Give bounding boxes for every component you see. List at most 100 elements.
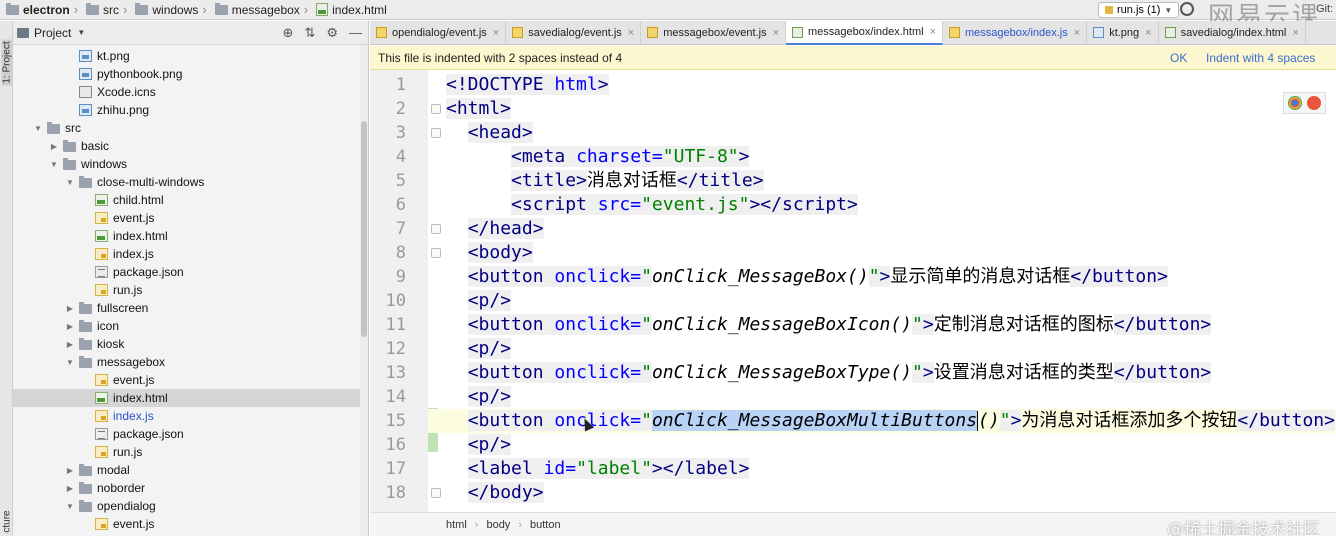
fold-marker[interactable] [431, 488, 441, 498]
editor-tab[interactable]: messagebox/index.html × [786, 21, 944, 45]
scrollbar-thumb[interactable] [361, 121, 367, 337]
tree-item[interactable]: ▶ basic [13, 137, 368, 155]
tree-item[interactable]: Xcode.icns [13, 83, 368, 101]
folder-icon [63, 157, 76, 170]
status-crumb-button[interactable]: button [530, 519, 561, 531]
close-icon[interactable]: × [493, 27, 499, 39]
tree-item[interactable]: ▶ noborder [13, 479, 368, 497]
gear-icon[interactable]: ⚙ [326, 26, 338, 40]
editor-tab[interactable]: messagebox/event.js × [641, 21, 787, 44]
target-icon[interactable]: ⊕ [283, 26, 294, 40]
code-editor[interactable]: 1 2 3 4 5 6 7 8 9 10 11 12 13 14 15 16 17 18 <!DOCTYPE ht… [370, 70, 1336, 512]
project-view-selector[interactable]: Project [34, 26, 71, 40]
chevron-down-icon[interactable]: ▼ [33, 124, 43, 133]
tree-item[interactable]: ▼ opendialog [13, 497, 368, 515]
tree-item[interactable]: ▼ close-multi-windows [13, 173, 368, 191]
firefox-icon[interactable] [1307, 96, 1321, 110]
close-icon[interactable]: × [773, 27, 779, 39]
tree-item[interactable]: event.js [13, 209, 368, 227]
close-icon[interactable]: × [930, 26, 936, 38]
tree-item[interactable]: ▼ messagebox [13, 353, 368, 371]
tree-item[interactable]: child.html [13, 191, 368, 209]
js-file-icon [95, 374, 108, 386]
breadcrumb-windows[interactable]: windows [129, 0, 200, 20]
vcs-label[interactable]: Git: [1316, 3, 1333, 15]
close-icon[interactable]: × [1292, 27, 1298, 39]
breadcrumb-separator: › [474, 518, 479, 531]
chevron-down-icon[interactable]: ▼ [65, 358, 75, 367]
tree-item[interactable]: index.html [13, 389, 368, 407]
chevron-right-icon[interactable]: ▶ [65, 484, 75, 493]
editor-tab[interactable]: savedialog/index.html × [1159, 21, 1306, 44]
tree-item[interactable]: index.html [13, 227, 368, 245]
tree-item[interactable]: ▶ kiosk [13, 335, 368, 353]
tree-item[interactable]: index.js [13, 407, 368, 425]
tree-item[interactable]: event.js [13, 515, 368, 533]
editor-tab[interactable]: savedialog/event.js × [506, 21, 642, 44]
fold-marker[interactable] [431, 248, 441, 258]
editor-breadcrumb: html › body › button @稀土掘金技术社区 [370, 512, 1336, 536]
tree-item[interactable]: event.js [13, 371, 368, 389]
project-tool-button[interactable]: 1: Project [1, 39, 13, 86]
tree-item[interactable]: package.json [13, 425, 368, 443]
selected-text[interactable]: onClick_MessageBoxMultiButtons [651, 410, 978, 431]
chevron-right-icon[interactable]: ▶ [65, 304, 75, 313]
tree-item[interactable]: ▶ modal [13, 461, 368, 479]
run-configuration-select[interactable]: run.js (1) ▼ [1098, 2, 1180, 18]
tree-item[interactable]: ▼ src [13, 119, 368, 137]
fold-marker[interactable] [431, 224, 441, 234]
chevron-right-icon[interactable]: ▶ [65, 340, 75, 349]
tree-item[interactable]: zhihu.png [13, 101, 368, 119]
folder-icon [214, 2, 228, 15]
chevron-down-icon[interactable]: ▼ [77, 28, 85, 37]
tree-item[interactable]: ▼ windows [13, 155, 368, 173]
tree-item[interactable]: run.js [13, 281, 368, 299]
code-line-1: <!DOCTYPE html> [446, 74, 609, 95]
chevron-right-icon[interactable]: ▶ [65, 322, 75, 331]
breadcrumb-src[interactable]: src [80, 0, 121, 20]
png-file-icon [79, 50, 92, 62]
js-file-icon [949, 27, 961, 38]
close-icon[interactable]: × [628, 27, 634, 39]
close-icon[interactable]: × [1145, 27, 1151, 39]
editor-tab[interactable]: kt.png × [1087, 21, 1159, 44]
breadcrumb-messagebox[interactable]: messagebox [209, 0, 302, 20]
tree-item[interactable]: ▶ fullscreen [13, 299, 368, 317]
status-crumb-html[interactable]: html [446, 519, 467, 531]
chevron-right-icon[interactable]: ▶ [65, 466, 75, 475]
status-crumb-body[interactable]: body [486, 519, 510, 531]
hide-icon[interactable]: — [349, 26, 362, 40]
js-file-icon [95, 410, 108, 422]
refresh-icon[interactable] [1180, 2, 1194, 16]
js-file-icon [647, 27, 659, 38]
tree-item[interactable]: ▶ icon [13, 317, 368, 335]
code-line-15: <button onclick="onClick_MessageBoxMulti… [428, 409, 1336, 433]
structure-tool-button[interactable]: cture [2, 499, 13, 536]
breadcrumb-project[interactable]: electron [0, 0, 72, 20]
code-line-8: <body> [467, 242, 533, 263]
tree-item-label: Xcode.icns [97, 85, 156, 99]
tree-item[interactable]: run.js [13, 443, 368, 461]
indent-with-4-spaces-link[interactable]: Indent with 4 spaces [1206, 51, 1315, 65]
code-line-2: <html> [446, 98, 512, 119]
editor-tab[interactable]: opendialog/event.js × [370, 21, 507, 44]
tree-item[interactable]: pythonbook.png [13, 65, 368, 83]
chevron-down-icon[interactable]: ▼ [65, 502, 75, 511]
fold-marker[interactable] [431, 128, 441, 138]
chrome-icon[interactable] [1288, 96, 1302, 110]
notification-ok-link[interactable]: OK [1170, 51, 1187, 65]
chevron-down-icon[interactable]: ▼ [65, 178, 75, 187]
tree-item[interactable]: index.js [13, 245, 368, 263]
tree-scrollbar[interactable] [360, 45, 368, 536]
tree-item[interactable]: kt.png [13, 47, 368, 65]
fold-marker[interactable] [431, 104, 441, 114]
chevron-right-icon[interactable]: ▶ [49, 142, 59, 151]
breadcrumb-file[interactable]: index.html [310, 0, 389, 20]
editor-tab[interactable]: messagebox/index.js × [943, 21, 1088, 44]
chevron-down-icon[interactable]: ▼ [49, 160, 59, 169]
code-line-16: <p/> [467, 434, 512, 455]
tree-item[interactable]: package.json [13, 263, 368, 281]
collapse-icon[interactable]: ⇅ [304, 26, 315, 40]
editor-tab-label: savedialog/index.html [1180, 26, 1287, 39]
close-icon[interactable]: × [1074, 27, 1080, 39]
